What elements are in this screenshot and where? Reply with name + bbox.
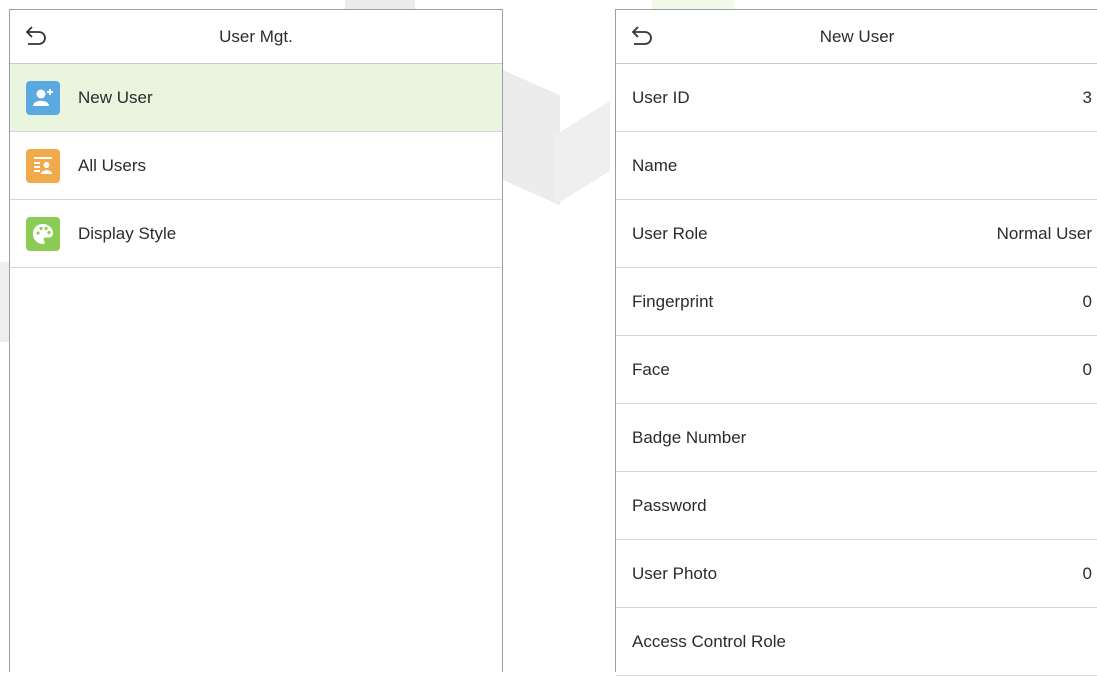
field-label: Name xyxy=(632,155,678,175)
field-value: 3 xyxy=(1082,87,1092,107)
field-name[interactable]: Name xyxy=(616,132,1097,200)
menu-item-label: Display Style xyxy=(78,223,177,243)
menu-item-all-users[interactable]: All Users xyxy=(10,132,502,200)
field-label: Fingerprint xyxy=(632,291,714,311)
menu-item-label: New User xyxy=(78,87,153,107)
new-user-icon xyxy=(26,80,60,115)
field-label: Password xyxy=(632,495,707,515)
menu-item-display-style[interactable]: Display Style xyxy=(10,200,502,268)
display-style-icon xyxy=(26,216,60,251)
page-title: New User xyxy=(819,26,895,46)
menu-item-new-user[interactable]: New User xyxy=(10,64,502,132)
back-arrow-icon[interactable] xyxy=(629,24,655,48)
header: User Mgt. xyxy=(10,10,502,64)
watermark-shape xyxy=(555,100,610,206)
field-label: Face xyxy=(632,359,670,379)
watermark-shape xyxy=(0,262,9,342)
field-badge-number[interactable]: Badge Number xyxy=(616,404,1097,472)
user-form: User ID 3 Name User Role Normal User Fin… xyxy=(616,64,1097,676)
field-fingerprint[interactable]: Fingerprint 0 xyxy=(616,268,1097,336)
back-arrow-icon[interactable] xyxy=(23,24,49,48)
new-user-screen: New User User ID 3 Name User Role Normal… xyxy=(615,9,1097,676)
field-label: User ID xyxy=(632,87,690,107)
menu-list: New User All Users Display Style xyxy=(10,64,502,268)
user-mgt-screen: User Mgt. New User All Users Display Sty… xyxy=(9,9,503,672)
field-user-id[interactable]: User ID 3 xyxy=(616,64,1097,132)
field-label: Access Control Role xyxy=(632,631,787,651)
header: New User xyxy=(616,10,1097,64)
field-value: 0 xyxy=(1082,563,1092,583)
field-label: User Photo xyxy=(632,563,718,583)
field-value: 0 xyxy=(1082,359,1092,379)
all-users-icon xyxy=(26,148,60,183)
field-value: 0 xyxy=(1082,291,1092,311)
field-password[interactable]: Password xyxy=(616,472,1097,540)
field-label: Badge Number xyxy=(632,427,747,447)
field-label: User Role xyxy=(632,223,708,243)
field-user-photo[interactable]: User Photo 0 xyxy=(616,540,1097,608)
menu-item-label: All Users xyxy=(78,155,147,175)
field-access-control-role[interactable]: Access Control Role xyxy=(616,608,1097,676)
field-user-role[interactable]: User Role Normal User xyxy=(616,200,1097,268)
field-value: Normal User xyxy=(996,223,1092,243)
watermark-shape xyxy=(500,68,560,206)
field-face[interactable]: Face 0 xyxy=(616,336,1097,404)
page-title: User Mgt. xyxy=(219,26,293,46)
